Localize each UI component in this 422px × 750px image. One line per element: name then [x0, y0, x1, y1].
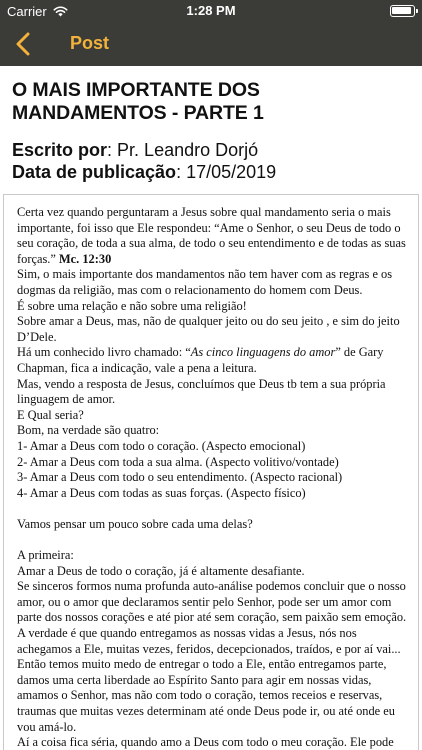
article-line: damos uma certa liberdade ao Espírito Sa…	[17, 672, 372, 687]
article-line: D’Dele.	[17, 329, 57, 344]
status-bar: Carrier 1:28 PM	[0, 0, 422, 22]
article-line: Bom, na verdade são quatro:	[17, 423, 160, 438]
article-line: traumas que muitas vezes determinam até …	[17, 704, 395, 718]
back-button[interactable]	[10, 30, 36, 58]
status-time: 1:28 PM	[186, 3, 236, 18]
article-line: É sobre uma relação e não sobre uma reli…	[17, 298, 247, 313]
article-line: Então temos muito medo de entregar o tod…	[17, 657, 387, 672]
bible-reference: Mc. 12:30	[58, 251, 112, 266]
list-item: 1- Amar a Deus com todo o coração. (Aspe…	[17, 438, 306, 453]
post-content[interactable]: O MAIS IMPORTANTE DOS MANDAMENTOS - PART…	[0, 66, 422, 750]
navigation-bar: Post	[0, 22, 422, 66]
date-line: Data de publicação: 17/05/2019	[12, 162, 277, 182]
article-line: amamos o Senhor, mas não com todo o cora…	[17, 688, 383, 703]
article-line: Amar a Deus de todo o coração, já é alta…	[17, 563, 305, 578]
article-card: Certa vez quando perguntaram a Jesus sob…	[3, 194, 419, 750]
article-line: seu coração, de toda a sua alma, de todo…	[17, 236, 406, 251]
post-title: O MAIS IMPORTANTE DOS MANDAMENTOS - PART…	[12, 79, 264, 124]
article-text: Há um conhecido livro chamado: “	[17, 345, 191, 360]
chevron-left-icon	[16, 32, 30, 56]
article-line: E Qual seria?	[17, 407, 84, 422]
article-body: Certa vez quando perguntaram a Jesus sob…	[17, 205, 413, 750]
list-item: 2- Amar a Deus com toda a sua alma. (Asp…	[17, 454, 339, 469]
article-line: vou amá-lo.	[17, 719, 77, 734]
nav-title: Post	[70, 33, 110, 53]
article-line: A primeira:	[17, 548, 74, 563]
article-line: Se sinceros formos numa profunda auto-an…	[17, 579, 406, 594]
author-name: Pr. Leandro Dorjó	[117, 140, 259, 160]
article-line: Sim, o mais importante dos mandamentos n…	[17, 267, 393, 282]
publish-date: 17/05/2019	[186, 162, 277, 182]
article-line: Sobre amar a Deus, mas, não de qualquer …	[17, 314, 400, 329]
article-line: Chapman, fica a indicação, vale a pena a…	[17, 360, 257, 375]
article-line: amor, ou o amor que declaramos sentir pe…	[17, 594, 392, 609]
article-line: forças.” Mc. 12:30	[17, 252, 413, 268]
book-title: As cinco linguagens do amor	[190, 345, 336, 360]
article-line: achegamos a Ele, muitas vezes, feridos, …	[17, 641, 401, 656]
author-label: Escrito por	[12, 140, 108, 160]
article-line: Há um conhecido livro chamado: “As cinco…	[17, 345, 413, 361]
battery-icon	[390, 5, 418, 17]
date-label: Data de publicação	[12, 162, 177, 182]
article-line: Vamos pensar um pouco sobre cada uma del…	[17, 516, 253, 531]
article-line: A verdade é que quando entregamos as nos…	[17, 626, 357, 641]
article-line: linguagem de amor.	[17, 392, 116, 407]
list-item: 3- Amar a Deus com todo o seu entendimen…	[17, 470, 343, 485]
list-item: 4- Amar a Deus com todas as suas forças.…	[17, 485, 306, 500]
article-text: ” de Gary	[335, 345, 384, 360]
article-line: parte dos nossos corações e até pior até…	[17, 610, 407, 625]
article-line: Aí a coisa fica séria, quando amo a Deus…	[17, 735, 394, 750]
article-line: Mas, vendo a resposta de Jesus, concluím…	[17, 376, 386, 391]
article-line: Certa vez quando perguntaram a Jesus sob…	[17, 205, 391, 219]
author-line: Escrito por: Pr. Leandro Dorjó	[12, 140, 259, 160]
article-line: dogmas da religião, mas com o relacionam…	[17, 282, 363, 297]
article-line: importante, foi isso que Ele respondeu: …	[17, 220, 401, 235]
article-text: forças.”	[17, 251, 59, 266]
